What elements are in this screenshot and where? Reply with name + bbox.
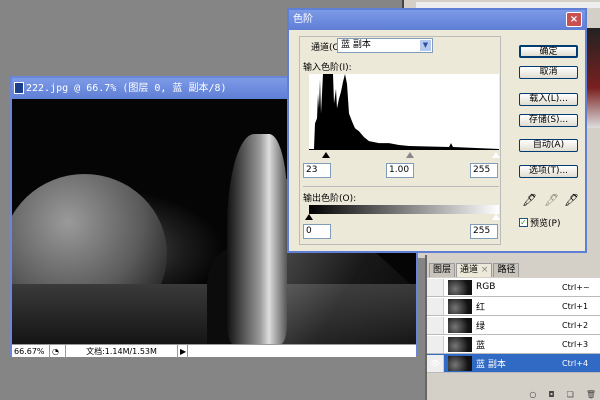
- input-white-slider[interactable]: [492, 152, 500, 158]
- channel-thumbnail: [448, 317, 472, 333]
- input-gamma-field[interactable]: 1.00: [386, 163, 414, 178]
- channel-thumbnail: [448, 336, 472, 352]
- channel-shortcut: Ctrl+2: [562, 320, 589, 330]
- channel-name: 蓝 副本: [476, 359, 506, 370]
- load-button[interactable]: 载入(L)...: [519, 93, 578, 106]
- channel-thumbnail: [448, 279, 472, 295]
- levels-dialog: 色阶 × 通道(C): 蓝 副本 ▼ 输入色阶(I): 23 1.00 255 输…: [287, 8, 587, 253]
- channel-row-green[interactable]: 绿 Ctrl+2: [427, 316, 600, 335]
- save-selection-icon[interactable]: ◘: [548, 390, 554, 399]
- dialog-titlebar[interactable]: 色阶 ×: [289, 10, 585, 30]
- channel-row-blue-copy[interactable]: 👁 蓝 副本 Ctrl+4: [427, 354, 600, 373]
- visibility-toggle[interactable]: [427, 297, 444, 315]
- status-menu-icon[interactable]: ◔: [50, 344, 66, 358]
- ok-button[interactable]: 确定: [519, 45, 578, 58]
- input-levels-label: 输入色阶(I):: [303, 63, 352, 73]
- zoom-level[interactable]: 66.67%: [12, 344, 50, 358]
- input-gamma-slider[interactable]: [406, 152, 414, 158]
- tab-channels[interactable]: 通道 ×: [456, 263, 493, 277]
- horizontal-scrollbar[interactable]: [188, 345, 416, 358]
- visibility-toggle[interactable]: [427, 316, 444, 334]
- close-icon[interactable]: ×: [566, 12, 582, 27]
- channel-row-blue[interactable]: 蓝 Ctrl+3: [427, 335, 600, 354]
- channel-shortcut: Ctrl+3: [562, 339, 589, 349]
- output-black-field[interactable]: 0: [303, 224, 331, 239]
- cancel-button[interactable]: 取消: [519, 66, 578, 79]
- channel-name: 红: [476, 302, 486, 313]
- document-title: 222.jpg @ 66.7% (图层 0, 蓝 副本/8): [26, 83, 227, 94]
- channel-select[interactable]: 蓝 副本 ▼: [337, 38, 433, 53]
- output-black-slider[interactable]: [305, 214, 313, 220]
- tab-channels-label: 通道: [460, 265, 479, 275]
- preview-checkbox[interactable]: ✓ 预览(P): [519, 216, 560, 229]
- doc-size: 文档:1.14M/1.53M: [66, 344, 178, 358]
- channel-shortcut: Ctrl+~: [562, 282, 590, 292]
- output-white-field[interactable]: 255: [470, 224, 498, 239]
- gray-eyedropper-icon[interactable]: 🖋: [544, 193, 559, 207]
- histogram: [309, 74, 499, 150]
- output-levels-label: 输出色阶(O):: [303, 194, 357, 204]
- chevron-down-icon[interactable]: ▼: [420, 40, 431, 51]
- new-channel-icon[interactable]: ❏: [567, 390, 574, 399]
- channel-row-red[interactable]: 红 Ctrl+1: [427, 297, 600, 316]
- channel-thumbnail: [448, 298, 472, 314]
- input-black-slider[interactable]: [322, 152, 330, 158]
- visibility-toggle[interactable]: [427, 335, 444, 353]
- white-eyedropper-icon[interactable]: 🖋: [564, 193, 579, 207]
- status-bar: 66.67% ◔ 文档:1.14M/1.53M ▶: [12, 344, 416, 358]
- auto-button[interactable]: 自动(A): [519, 139, 578, 152]
- output-white-slider[interactable]: [492, 214, 500, 220]
- channel-value: 蓝 副本: [341, 40, 371, 50]
- input-black-field[interactable]: 23: [303, 163, 331, 178]
- tab-layers[interactable]: 图层: [429, 263, 456, 277]
- visibility-toggle[interactable]: [427, 278, 444, 296]
- channel-name: RGB: [476, 282, 496, 292]
- status-arrow-icon[interactable]: ▶: [178, 344, 188, 358]
- output-gradient: [309, 205, 499, 214]
- channel-name: 蓝: [476, 340, 486, 351]
- dialog-title: 色阶: [293, 14, 313, 25]
- divider: [303, 186, 499, 187]
- save-button[interactable]: 存储(S)...: [519, 114, 578, 127]
- channel-shortcut: Ctrl+4: [562, 358, 589, 368]
- channel-name: 绿: [476, 321, 486, 332]
- input-white-field[interactable]: 255: [470, 163, 498, 178]
- preview-label: 预览(P): [530, 219, 561, 229]
- black-eyedropper-icon[interactable]: 🖋: [522, 193, 537, 207]
- options-button[interactable]: 选项(T)...: [519, 165, 578, 178]
- close-icon[interactable]: ×: [481, 265, 489, 275]
- channel-shortcut: Ctrl+1: [562, 301, 589, 311]
- channel-row-rgb[interactable]: RGB Ctrl+~: [427, 278, 600, 297]
- load-selection-icon[interactable]: ○: [529, 390, 536, 399]
- photoshop-file-icon: [14, 82, 24, 94]
- checkmark-icon: ✓: [519, 218, 528, 227]
- trash-icon[interactable]: 🗑: [586, 390, 596, 399]
- eye-icon[interactable]: 👁: [427, 354, 444, 372]
- channel-thumbnail: [448, 355, 472, 371]
- tab-paths[interactable]: 路径: [493, 263, 520, 277]
- channels-panel: 图层 通道 × 路径 RGB Ctrl+~ 红 Ctrl+1 绿 Ctrl+2 蓝 Ct…: [425, 255, 600, 400]
